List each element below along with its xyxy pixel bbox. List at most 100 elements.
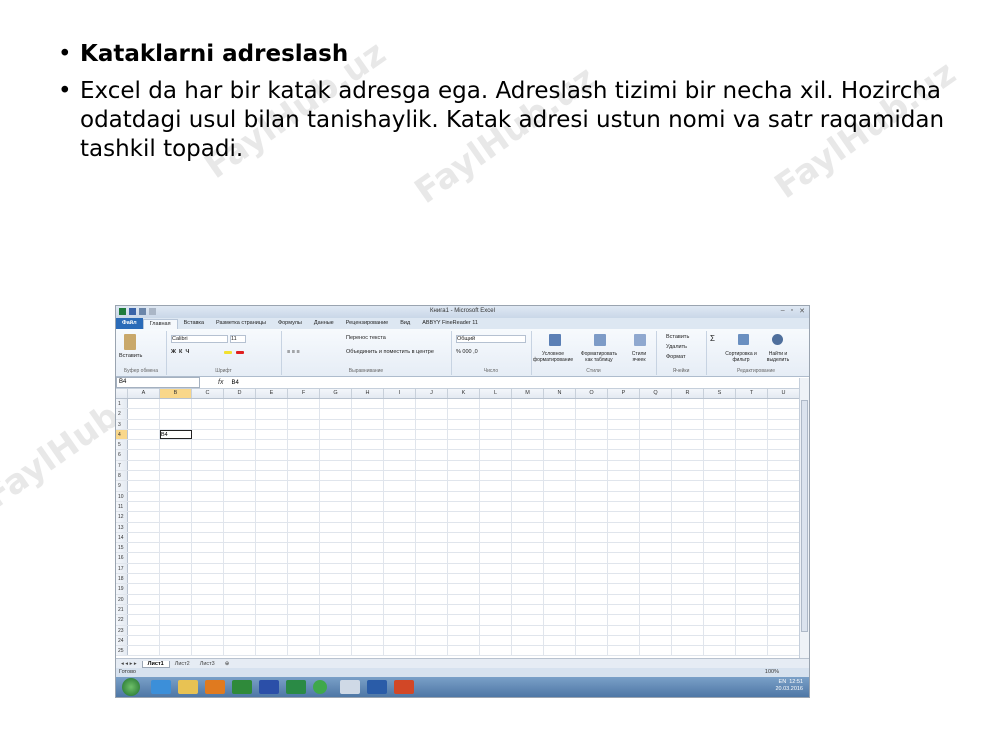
cell[interactable] [256, 460, 288, 471]
cell[interactable] [416, 532, 448, 543]
row-header[interactable]: 21 [116, 604, 128, 615]
cell[interactable] [672, 440, 704, 450]
cell[interactable] [544, 429, 576, 440]
cell[interactable] [608, 481, 640, 491]
cell[interactable] [448, 574, 480, 584]
cell[interactable] [256, 471, 288, 481]
cell[interactable] [640, 594, 672, 604]
cell[interactable] [288, 491, 320, 501]
cell[interactable] [704, 635, 736, 646]
cell[interactable] [704, 646, 736, 656]
fill-color-icon[interactable] [224, 351, 232, 354]
column-header[interactable]: G [320, 389, 352, 398]
tab-review[interactable]: Рецензирование [340, 318, 394, 329]
row-header[interactable]: 14 [116, 532, 128, 543]
cell[interactable] [128, 646, 160, 656]
cell[interactable] [608, 440, 640, 450]
cell[interactable] [608, 615, 640, 625]
cell[interactable] [512, 604, 544, 615]
cell[interactable] [128, 615, 160, 625]
cell[interactable] [608, 491, 640, 501]
cell[interactable] [192, 471, 224, 481]
cell[interactable] [576, 604, 608, 615]
cell[interactable] [608, 419, 640, 429]
cell[interactable] [320, 635, 352, 646]
cell[interactable] [640, 553, 672, 563]
cell[interactable] [416, 399, 448, 409]
cell[interactable] [320, 399, 352, 409]
cell[interactable] [128, 574, 160, 584]
column-header[interactable]: H [352, 389, 384, 398]
row-header[interactable]: 17 [116, 563, 128, 574]
cell[interactable] [704, 574, 736, 584]
cell[interactable] [768, 409, 800, 419]
cell[interactable] [704, 460, 736, 471]
cell[interactable] [384, 635, 416, 646]
name-box[interactable]: B4 [116, 377, 200, 388]
cell[interactable] [480, 584, 512, 594]
cell[interactable] [640, 512, 672, 522]
cell[interactable] [160, 522, 192, 532]
cell[interactable] [576, 481, 608, 491]
cell[interactable] [576, 399, 608, 409]
cell[interactable] [352, 574, 384, 584]
cell[interactable] [128, 429, 160, 440]
cell[interactable] [672, 615, 704, 625]
cell[interactable] [704, 481, 736, 491]
cell[interactable] [512, 409, 544, 419]
cell[interactable] [768, 543, 800, 553]
cell[interactable] [160, 501, 192, 512]
ie-icon[interactable] [151, 680, 171, 694]
cell[interactable] [160, 553, 192, 563]
cell[interactable] [320, 594, 352, 604]
cell[interactable] [576, 563, 608, 574]
cell[interactable] [672, 574, 704, 584]
cell[interactable] [192, 635, 224, 646]
cell[interactable] [512, 471, 544, 481]
cell[interactable] [416, 481, 448, 491]
cell[interactable] [576, 522, 608, 532]
cell[interactable] [640, 471, 672, 481]
cell[interactable] [352, 543, 384, 553]
close-icon[interactable]: ✕ [799, 307, 805, 315]
cell[interactable] [224, 563, 256, 574]
cell[interactable] [736, 543, 768, 553]
sheet-tab[interactable]: Лист2 [170, 661, 195, 667]
cell[interactable] [384, 512, 416, 522]
paste-icon[interactable] [124, 334, 136, 350]
cell[interactable] [416, 615, 448, 625]
cell[interactable] [736, 584, 768, 594]
tab-formulas[interactable]: Формулы [272, 318, 308, 329]
cell[interactable] [512, 543, 544, 553]
cell[interactable] [384, 646, 416, 656]
active-cell[interactable]: B4 [160, 429, 192, 440]
cell[interactable] [608, 512, 640, 522]
cell[interactable] [512, 646, 544, 656]
cell[interactable] [352, 646, 384, 656]
format-table-icon[interactable] [594, 334, 606, 346]
cell[interactable] [640, 635, 672, 646]
cell[interactable] [224, 512, 256, 522]
cell[interactable] [384, 440, 416, 450]
cell[interactable] [320, 491, 352, 501]
cell[interactable] [416, 646, 448, 656]
cell[interactable] [288, 625, 320, 635]
cell[interactable] [384, 553, 416, 563]
cell[interactable] [480, 429, 512, 440]
cell[interactable] [480, 522, 512, 532]
cell[interactable] [384, 409, 416, 419]
cell[interactable] [416, 584, 448, 594]
autosum-icon[interactable]: Σ [710, 334, 715, 343]
cell[interactable] [384, 419, 416, 429]
cell[interactable] [512, 522, 544, 532]
column-header[interactable]: N [544, 389, 576, 398]
cell[interactable] [256, 543, 288, 553]
cell[interactable] [288, 635, 320, 646]
cell[interactable] [416, 594, 448, 604]
cell[interactable] [352, 450, 384, 460]
cell[interactable] [416, 574, 448, 584]
cell[interactable] [768, 615, 800, 625]
cell[interactable] [160, 399, 192, 409]
column-header[interactable]: P [608, 389, 640, 398]
cell[interactable] [352, 419, 384, 429]
